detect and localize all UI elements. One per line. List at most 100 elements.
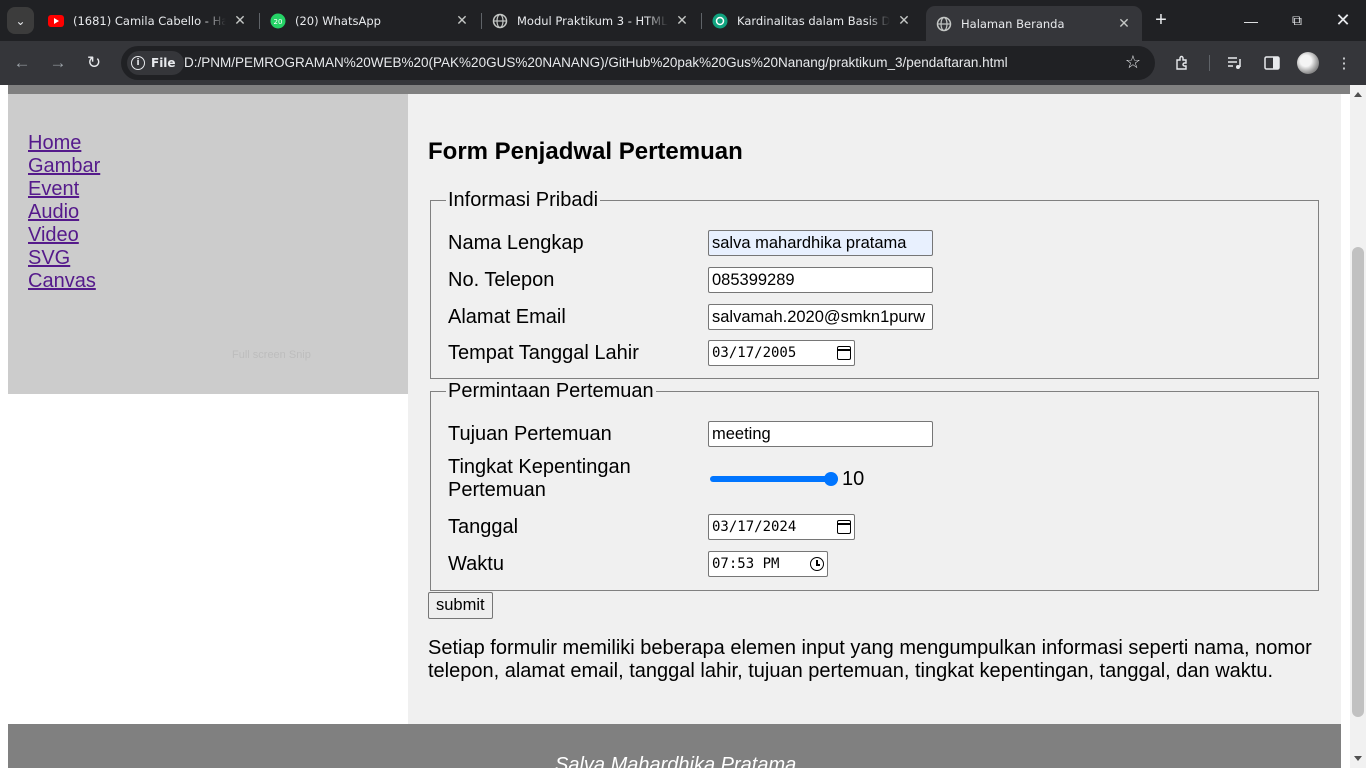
- url-text[interactable]: D:/PNM/PEMROGRAMAN%20WEB%20(PAK%20GUS%20…: [184, 55, 1008, 70]
- scroll-down-icon[interactable]: [1354, 756, 1362, 761]
- fieldset-legend: Informasi Pribadi: [448, 189, 599, 211]
- close-icon[interactable]: ✕: [454, 12, 470, 29]
- personal-info-fieldset: Informasi Pribadi Nama Lengkap salva mah…: [430, 189, 1319, 379]
- slider-fill: [710, 476, 838, 482]
- extensions-icon[interactable]: [1170, 51, 1194, 75]
- date-input[interactable]: 03/17/2024: [708, 514, 855, 540]
- tab-halaman-beranda[interactable]: Halaman Beranda ✕: [926, 6, 1142, 41]
- toolbar-divider: [1209, 55, 1210, 71]
- nav-link-video[interactable]: Video: [28, 224, 79, 246]
- birthdate-input[interactable]: 03/17/2005: [708, 340, 855, 366]
- forward-button[interactable]: →: [46, 51, 70, 75]
- more-menu-icon[interactable]: ⋮: [1332, 51, 1356, 75]
- page-viewport: Home Gambar Event Audio Video SVG Canvas…: [0, 85, 1350, 768]
- scroll-up-icon[interactable]: [1354, 92, 1362, 97]
- site-chip-label: File: [151, 56, 176, 70]
- birthdate-label: Tempat Tanggal Lahir: [448, 341, 639, 364]
- slider-thumb[interactable]: [824, 472, 838, 486]
- priority-label: Tingkat Kepentingan Pertemuan: [448, 456, 631, 501]
- chatgpt-icon: [712, 13, 728, 29]
- site-info-chip[interactable]: i File: [127, 51, 184, 75]
- clock-icon[interactable]: [810, 557, 824, 571]
- tab-title: Halaman Beranda: [961, 16, 1065, 31]
- name-input[interactable]: salva mahardhika pratama: [708, 230, 933, 256]
- time-input[interactable]: 07:53 PM: [708, 551, 828, 577]
- close-icon: ✕: [1335, 10, 1351, 30]
- tab-title: (1681) Camila Cabello - Havana: [73, 13, 226, 28]
- tab-search-button[interactable]: ⌄: [7, 7, 34, 34]
- phone-input[interactable]: 085399289: [708, 267, 933, 293]
- address-bar[interactable]: i File D:/PNM/PEMROGRAMAN%20WEB%20(PAK%2…: [121, 46, 1155, 80]
- side-panel-icon[interactable]: [1260, 51, 1284, 75]
- nav-link-svg[interactable]: SVG: [28, 247, 70, 269]
- svg-text:20: 20: [274, 18, 283, 26]
- arrow-left-icon: ←: [13, 53, 31, 72]
- fieldset-legend: Permintaan Pertemuan: [448, 380, 654, 402]
- new-tab-button[interactable]: +: [1150, 9, 1172, 31]
- date-label: Tanggal: [448, 515, 519, 538]
- close-window-button[interactable]: ✕: [1320, 0, 1366, 41]
- nav-link-gambar[interactable]: Gambar: [28, 155, 100, 177]
- calendar-icon[interactable]: [837, 520, 851, 534]
- nav-link-audio[interactable]: Audio: [28, 201, 79, 223]
- purpose-input[interactable]: meeting: [708, 421, 933, 447]
- minimize-icon: —: [1244, 12, 1258, 29]
- email-label: Alamat Email: [448, 305, 566, 328]
- close-icon[interactable]: ✕: [1116, 15, 1132, 32]
- tab-youtube[interactable]: (1681) Camila Cabello - Havana ✕: [38, 6, 258, 35]
- youtube-icon: [48, 13, 64, 29]
- page-margin: [0, 85, 8, 768]
- page-title: Form Penjadwal Pertemuan: [428, 138, 743, 165]
- restore-button[interactable]: ⧉: [1274, 0, 1320, 41]
- plus-icon: +: [1155, 9, 1167, 31]
- sidebar-nav: Home Gambar Event Audio Video SVG Canvas…: [8, 94, 408, 394]
- submit-button[interactable]: submit: [428, 592, 493, 619]
- reload-button[interactable]: ↻: [82, 51, 106, 75]
- time-label: Waktu: [448, 552, 504, 575]
- nav-link-canvas[interactable]: Canvas: [28, 270, 96, 292]
- tab-title: Kardinalitas dalam Basis Data: [737, 13, 890, 28]
- bookmark-star-icon[interactable]: ☆: [1125, 52, 1141, 73]
- nav-link-event[interactable]: Event: [28, 178, 79, 200]
- phone-label: No. Telepon: [448, 268, 555, 291]
- form-row-purpose: Tujuan Pertemuan meeting: [448, 421, 933, 447]
- whatsapp-icon: 20: [270, 13, 286, 29]
- form-row-time: Waktu 07:53 PM: [448, 551, 828, 577]
- form-row-name: Nama Lengkap salva mahardhika pratama: [448, 230, 933, 256]
- profile-avatar[interactable]: [1297, 52, 1319, 74]
- time-value: 07:53 PM: [712, 556, 780, 572]
- form-description: Setiap formulir memiliki beberapa elemen…: [428, 637, 1312, 682]
- footer-author: Salva Mahardhika Pratama: [555, 754, 797, 768]
- tab-modul-praktikum[interactable]: Modul Praktikum 3 - HTML5 ✕: [482, 6, 700, 35]
- close-icon[interactable]: ✕: [232, 12, 248, 29]
- nav-link-home[interactable]: Home: [28, 132, 81, 154]
- form-row-date: Tanggal 03/17/2024: [448, 514, 855, 540]
- close-icon[interactable]: ✕: [896, 12, 912, 29]
- email-input[interactable]: salvamah.2020@smkn1purw: [708, 304, 933, 330]
- tab-strip: ⌄ (1681) Camila Cabello - Havana ✕ 20 (2…: [0, 0, 1366, 41]
- birthdate-value: 03/17/2005: [712, 345, 797, 361]
- form-row-email: Alamat Email salvamah.2020@smkn1purw: [448, 304, 933, 330]
- page-scrollbar[interactable]: [1350, 85, 1366, 768]
- page-footer: Salva Mahardhika Pratama: [8, 724, 1341, 768]
- calendar-icon[interactable]: [837, 346, 851, 360]
- minimize-button[interactable]: —: [1228, 0, 1274, 41]
- tab-title: Modul Praktikum 3 - HTML5: [517, 13, 668, 28]
- scrollbar-thumb[interactable]: [1352, 247, 1364, 717]
- header-band: [0, 85, 1350, 94]
- main-content: Form Penjadwal Pertemuan Informasi Priba…: [408, 94, 1341, 724]
- close-icon[interactable]: ✕: [674, 12, 690, 29]
- media-control-icon[interactable]: [1223, 51, 1247, 75]
- chevron-down-icon: ⌄: [15, 13, 26, 28]
- tab-whatsapp[interactable]: 20 (20) WhatsApp ✕: [260, 6, 480, 35]
- info-icon: i: [131, 56, 145, 70]
- purpose-label: Tujuan Pertemuan: [448, 422, 612, 445]
- name-label: Nama Lengkap: [448, 231, 584, 254]
- back-button[interactable]: ←: [10, 51, 34, 75]
- tab-title: (20) WhatsApp: [295, 13, 381, 28]
- form-row-birthdate: Tempat Tanggal Lahir 03/17/2005: [448, 340, 855, 366]
- form-row-phone: No. Telepon 085399289: [448, 267, 933, 293]
- meeting-request-fieldset: Permintaan Pertemuan Tujuan Pertemuan me…: [430, 380, 1319, 591]
- tab-kardinalitas[interactable]: Kardinalitas dalam Basis Data ✕: [702, 6, 922, 35]
- priority-slider[interactable]: [710, 469, 838, 489]
